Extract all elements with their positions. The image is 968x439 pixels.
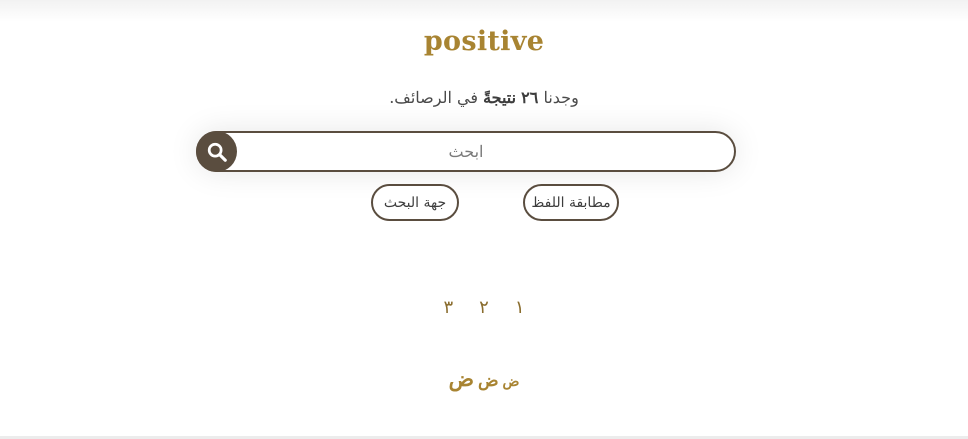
search-button[interactable]	[196, 131, 237, 172]
page: positive وجدنا ٢٦ نتيجةً في الرصائف. جهة…	[0, 0, 968, 439]
results-unit: نتيجةً	[483, 88, 517, 107]
results-count: ٢٦	[521, 88, 539, 107]
page-link-1[interactable]: ١	[513, 297, 527, 318]
page-link-3[interactable]: ٣	[442, 297, 456, 318]
page-link-2[interactable]: ٢	[477, 297, 491, 318]
search-direction-label: جهة البحث	[383, 194, 447, 211]
summary-suffix: في الرصائف.	[389, 88, 478, 107]
search-bar	[196, 131, 736, 172]
search-direction-button[interactable]: جهة البحث	[371, 184, 459, 221]
page-title: positive	[423, 26, 545, 57]
search-input[interactable]	[196, 131, 736, 172]
font-size-small-button[interactable]: ض	[503, 374, 520, 390]
font-size-large-button[interactable]: ض	[449, 366, 474, 391]
summary-prefix: وجدنا	[543, 88, 579, 107]
exact-match-label: مطابقة اللفظ	[531, 194, 611, 211]
exact-match-button[interactable]: مطابقة اللفظ	[523, 184, 619, 221]
top-shadow	[0, 0, 968, 22]
search-icon	[207, 142, 227, 162]
font-size-medium-button[interactable]: ض	[478, 371, 499, 391]
pagination: ١ ٢ ٣	[0, 297, 968, 318]
results-summary: وجدنا ٢٦ نتيجةً في الرصائف.	[0, 88, 968, 107]
font-size-controls: ض ض ض	[0, 366, 968, 391]
